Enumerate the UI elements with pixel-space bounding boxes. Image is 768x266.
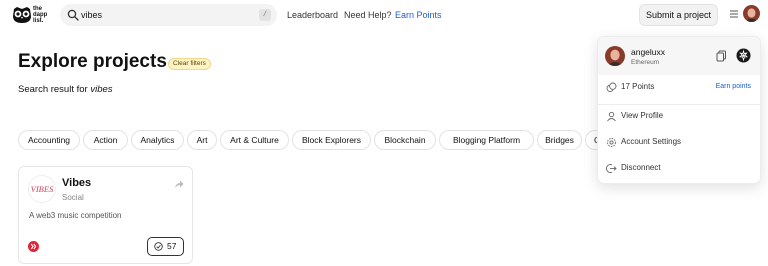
chain-icon [28,241,39,252]
account-settings-label: Account Settings [621,137,682,146]
vote-check-icon [154,242,163,251]
menu-icon[interactable] [729,9,739,19]
search-result-text: Search result for vibes [18,84,113,95]
project-description: A web3 music competition [29,211,122,220]
share-icon[interactable] [174,179,184,189]
category-chip-analytics[interactable]: Analytics [131,130,184,150]
nav-leaderboard[interactable]: Leaderboard [287,10,338,20]
view-profile-label: View Profile [621,111,664,120]
dropdown-network: Ethereum [631,59,660,66]
owl-logo-icon [13,7,31,23]
search-result-query: vibes [90,84,113,95]
user-icon [607,111,616,122]
search-shortcut-key: / [259,9,271,21]
dropdown-divider [598,104,760,105]
category-chip-art[interactable]: Art [187,130,217,150]
points-icon [606,82,617,92]
logo-text: the dapp list. [33,6,48,24]
category-chip-art-culture[interactable]: Art & Culture [220,130,289,150]
category-chip-action[interactable]: Action [83,130,128,150]
menu-item-disconnect[interactable]: Disconnect [598,158,760,180]
gear-icon [607,138,616,147]
category-chip-blockchain[interactable]: Blockchain [374,130,436,150]
top-header: the dapp list. / Leaderboard Need Help? … [0,0,768,30]
user-avatar[interactable] [743,5,760,22]
earn-points-link[interactable]: Earn points [716,83,751,90]
vote-count: 57 [167,241,177,251]
project-name[interactable]: Vibes [62,177,91,189]
nav-need-help[interactable]: Need Help? [344,10,392,20]
dropdown-user-section: angeluxx Ethereum [598,37,760,75]
menu-item-view-profile[interactable]: View Profile [598,106,760,128]
submit-project-button[interactable]: Submit a project [639,4,718,26]
project-logo: VIBES [28,175,56,203]
points-row: 17 Points Earn points [598,77,760,99]
copy-icon[interactable] [715,49,728,62]
category-chip-bridges[interactable]: Bridges [537,130,582,150]
category-chip-blogging-platform[interactable]: Blogging Platform [439,130,534,150]
project-card[interactable]: VIBES Vibes Social A web3 music competit… [18,166,193,264]
dropdown-avatar [605,46,625,66]
upvote-button[interactable]: 57 [147,237,184,256]
project-category: Social [62,193,84,202]
points-count: 17 Points [621,82,655,91]
clear-filters-button[interactable]: Clear filters [168,58,211,70]
disconnect-icon [606,164,617,173]
menu-item-account-settings[interactable]: Account Settings [598,132,760,154]
page-title: Explore projects [18,51,167,72]
wallet-connector-icon[interactable] [736,48,751,63]
search-box[interactable]: / [60,4,277,26]
disconnect-label: Disconnect [621,163,661,172]
search-input[interactable] [81,7,241,23]
dropdown-username: angeluxx [631,47,666,57]
account-dropdown: angeluxx Ethereum 17 Points Earn points … [597,36,761,184]
search-icon [67,9,79,21]
category-chip-block-explorers[interactable]: Block Explorers [292,130,371,150]
category-chip-accounting[interactable]: Accounting [18,130,80,150]
dapp-list-logo[interactable]: the dapp list. [12,5,52,25]
nav-earn-points[interactable]: Earn Points [395,10,442,20]
